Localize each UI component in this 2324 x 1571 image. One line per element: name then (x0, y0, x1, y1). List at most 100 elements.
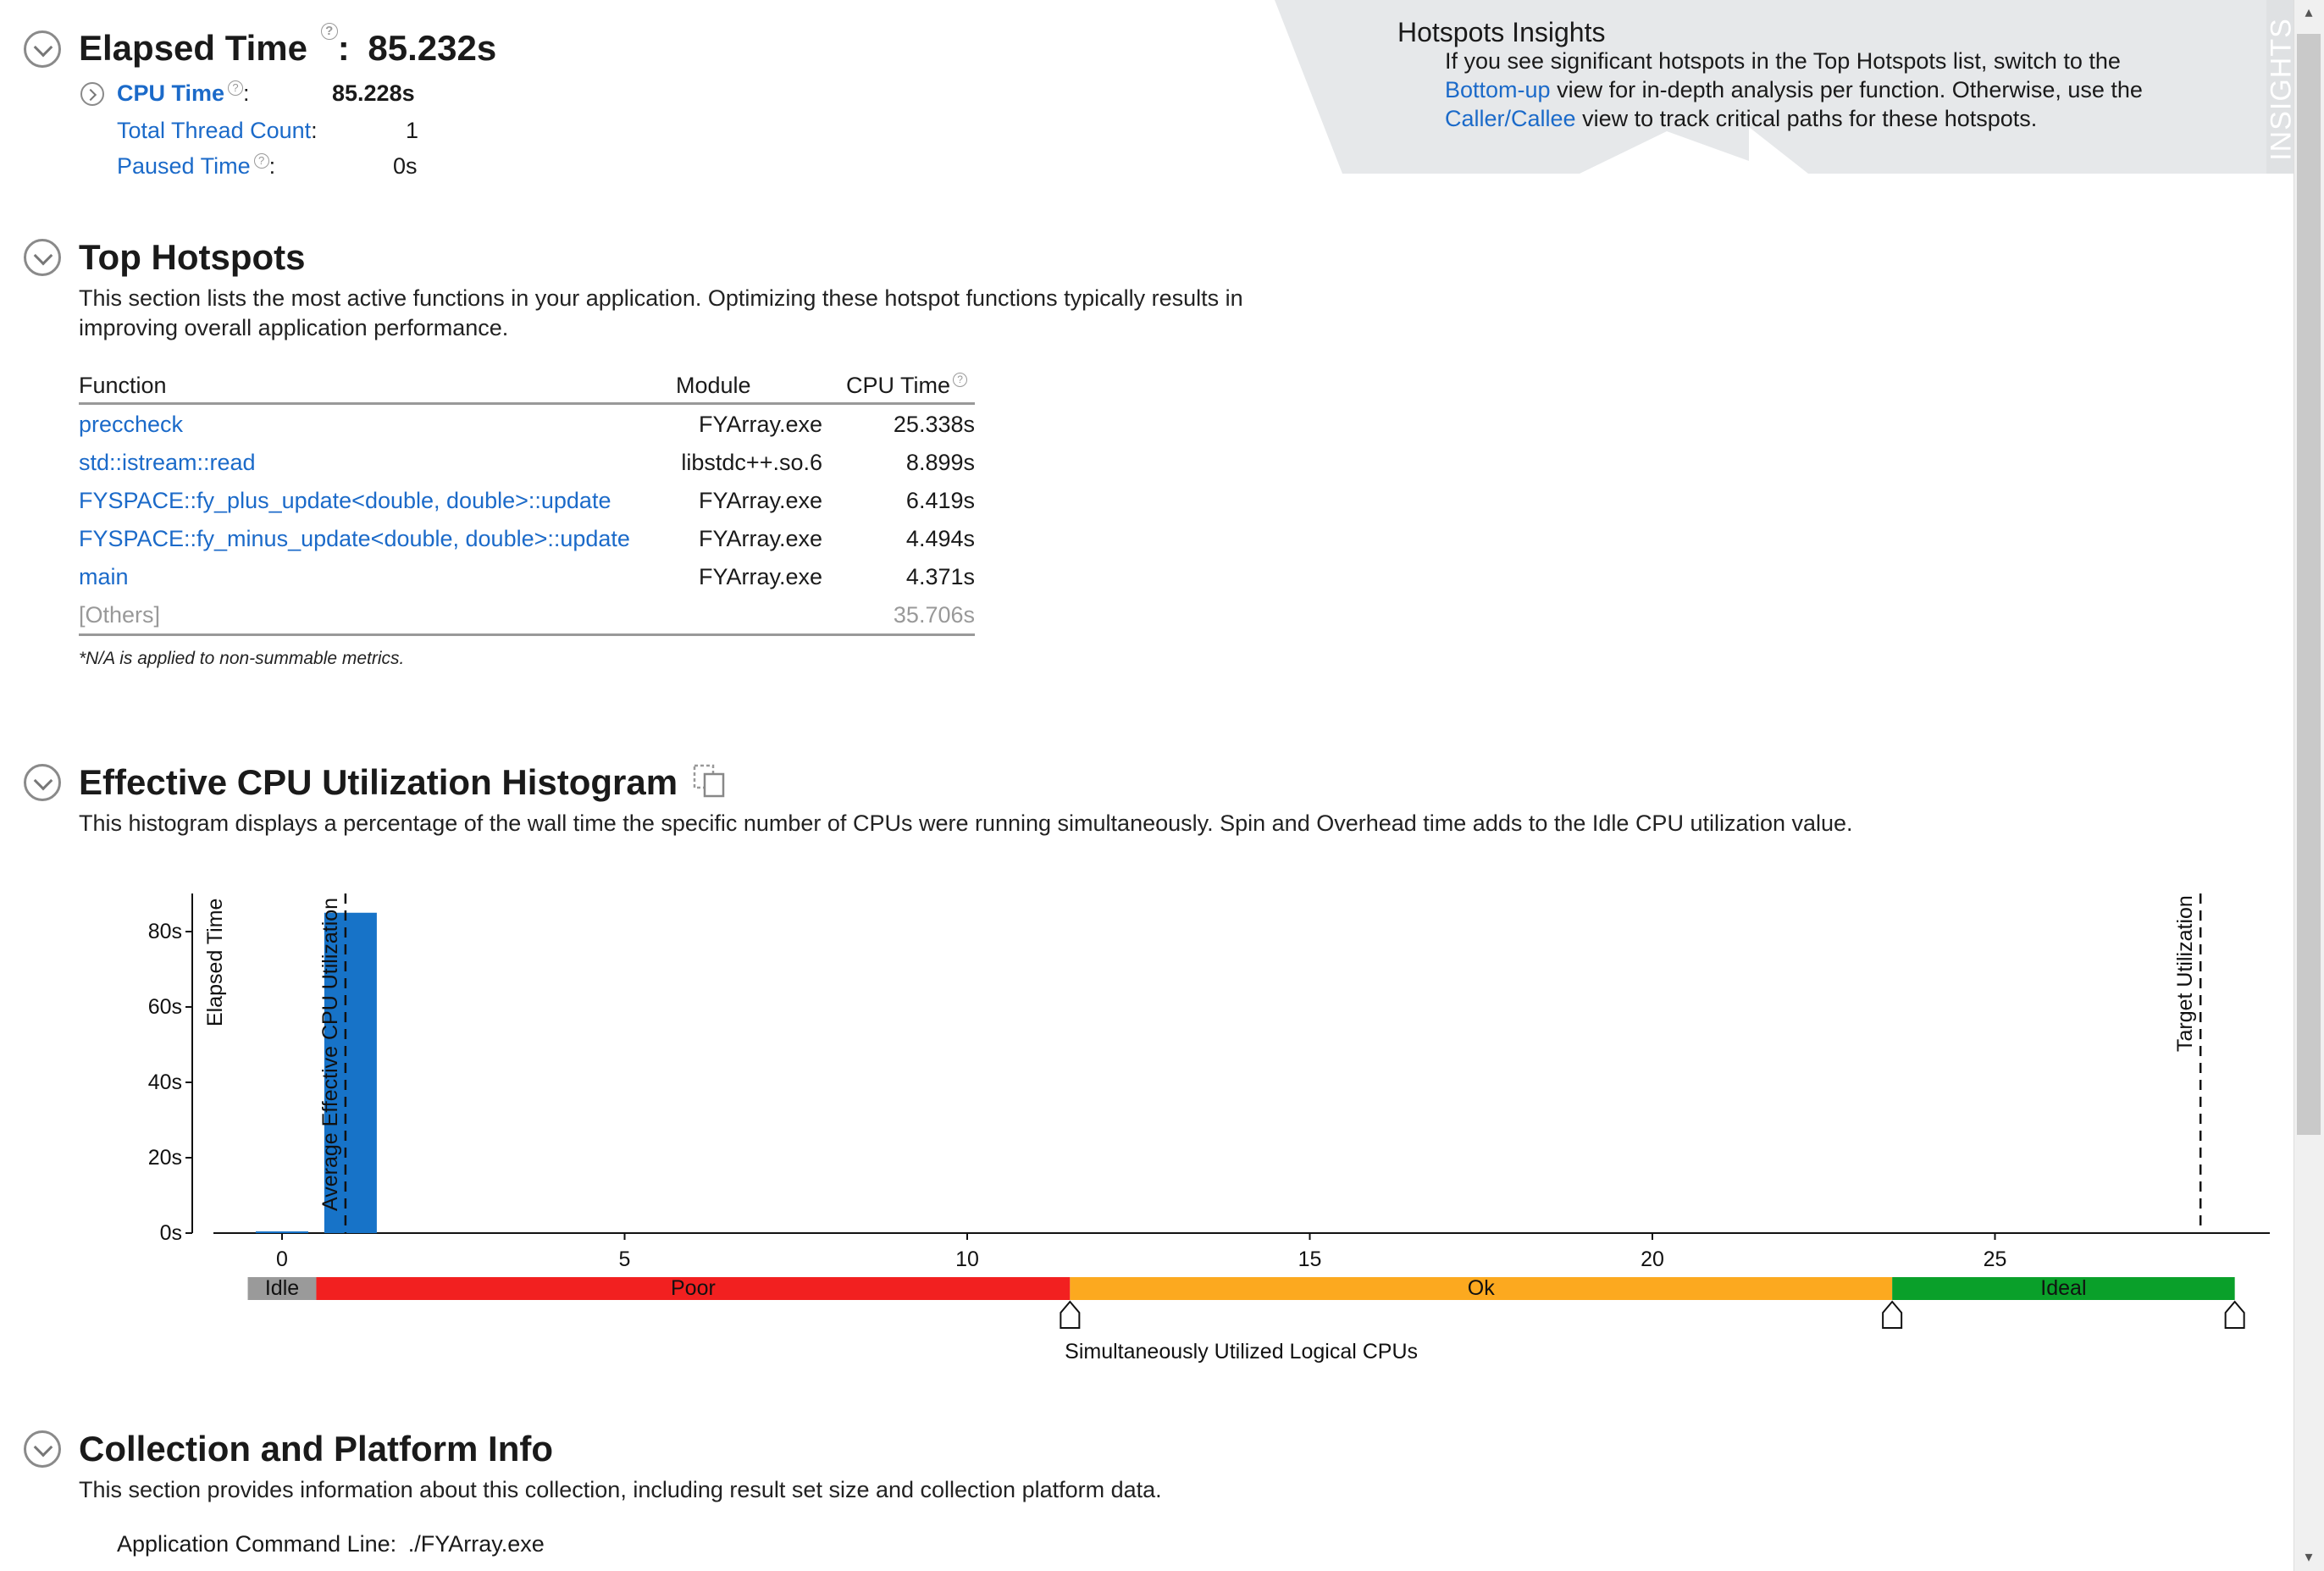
y-tick-label: 60s (148, 995, 182, 1019)
threshold-handle-icon[interactable] (2224, 1300, 2245, 1329)
cpu-time-link[interactable]: CPU Time (117, 80, 224, 106)
others-label: [Others] (79, 602, 161, 628)
column-header-cpu-time[interactable]: CPU Time? (846, 373, 968, 399)
table-row: FYSPACE::fy_minus_update<double, double>… (79, 519, 975, 557)
elapsed-time-value: 85.232s (368, 28, 497, 68)
insights-line1: If you see significant hotspots in the T… (1445, 48, 2121, 74)
utilization-band-label: Idle (265, 1276, 299, 1300)
y-tick-label: 0s (160, 1221, 182, 1245)
paused-time-row: Paused Time?: (117, 153, 275, 180)
top-hotspots-description: This section lists the most active funct… (79, 285, 1243, 340)
scrollbar-thumb[interactable] (2297, 34, 2321, 1135)
y-axis-label: Elapsed Time (203, 899, 227, 1026)
caller-callee-link[interactable]: Caller/Callee (1445, 106, 1576, 131)
marker-label: Average Effective CPU Utilization (318, 898, 342, 1211)
paused-time-value: 0s (393, 153, 418, 179)
help-icon[interactable]: ? (320, 23, 338, 40)
function-link[interactable]: FYSPACE::fy_minus_update<double, double>… (79, 526, 630, 552)
cpu-time-cell: 25.338s (893, 412, 975, 437)
column-header-module[interactable]: Module (676, 373, 751, 399)
cpu-utilization-histogram: 0s 20s 40s 60s 80s Elapsed Time 0 5 10 15 20 25 Aver… (148, 893, 2270, 1364)
y-tick-label: 20s (148, 1146, 182, 1170)
table-row: std::istream::read libstdc++.so.6 8.899s (79, 443, 975, 481)
function-link[interactable]: preccheck (79, 412, 183, 438)
thread-count-value: 1 (406, 118, 419, 143)
function-link[interactable]: FYSPACE::fy_plus_update<double, double>:… (79, 488, 611, 514)
insights-text: If you see significant hotspots in the T… (1445, 47, 2258, 133)
help-icon[interactable]: ? (228, 80, 244, 96)
insights-title: Hotspots Insights (1397, 17, 1606, 47)
module-cell: FYArray.exe (698, 488, 822, 513)
others-cpu-time: 35.706s (893, 602, 975, 628)
cpu-time-row: CPU Time?: (117, 80, 250, 107)
utilization-band-label: Poor (671, 1276, 716, 1300)
elapsed-time-label: Elapsed Time (79, 28, 308, 68)
histogram-bar (256, 1231, 308, 1233)
top-hotspots-table: Function Module CPU Time? preccheck FYAr… (79, 366, 975, 636)
insights-tab[interactable]: INSIGHTS (2266, 0, 2298, 174)
table-footnote: *N/A is applied to non-summable metrics. (79, 649, 405, 668)
y-tick-label: 40s (148, 1070, 182, 1094)
help-icon[interactable]: ? (953, 373, 968, 387)
cpu-time-header-label: CPU Time (846, 373, 951, 398)
top-hotspots-collapse-button[interactable] (24, 239, 61, 276)
cpu-time-cell: 6.419s (905, 488, 975, 513)
table-bottom-rule (79, 633, 975, 636)
collection-description: This section provides information about … (79, 1477, 1162, 1502)
collection-collapse-button[interactable] (24, 1430, 61, 1468)
x-tick-label: 0 (276, 1247, 288, 1271)
histogram-collapse-button[interactable] (24, 764, 61, 801)
command-line-row: Application Command Line: ./FYArray.exe (117, 1531, 545, 1557)
command-line-value: ./FYArray.exe (407, 1531, 545, 1557)
column-header-function[interactable]: Function (79, 373, 167, 399)
x-tick-label: 25 (1984, 1247, 2007, 1271)
thread-count-link[interactable]: Total Thread Count (117, 118, 311, 143)
function-link[interactable]: std::istream::read (79, 450, 256, 476)
table-row: FYSPACE::fy_plus_update<double, double>:… (79, 481, 975, 519)
cpu-time-value: 85.228s (332, 80, 415, 106)
paused-time-colon: : (268, 153, 276, 179)
elapsed-collapse-button[interactable] (24, 30, 61, 68)
utilization-band-label: Ok (1468, 1276, 1495, 1300)
insights-line3: view to track critical paths for these h… (1575, 106, 2038, 131)
x-tick-label: 5 (619, 1247, 631, 1271)
thread-count-colon: : (311, 118, 318, 143)
module-cell: FYArray.exe (698, 412, 822, 437)
table-row-others: [Others] 35.706s (79, 595, 975, 633)
x-tick-label: 10 (955, 1247, 979, 1271)
module-cell: FYArray.exe (698, 564, 822, 589)
x-axis-label: Simultaneously Utilized Logical CPUs (1065, 1340, 1418, 1364)
cpu-time-cell: 4.371s (905, 564, 975, 589)
bottom-up-link[interactable]: Bottom-up (1445, 77, 1551, 102)
thread-count-row: Total Thread Count: (117, 118, 318, 144)
elapsed-time-heading: Elapsed Time ?: 85.232s (79, 23, 497, 69)
histogram-description: This histogram displays a percentage of … (79, 810, 1853, 836)
collection-title: Collection and Platform Info (79, 1429, 554, 1469)
table-row: main FYArray.exe 4.371s (79, 557, 975, 595)
module-cell: FYArray.exe (698, 526, 822, 551)
function-link[interactable]: main (79, 564, 129, 590)
scroll-down-arrow-icon[interactable]: ▾ (2300, 1548, 2317, 1568)
cpu-time-colon: : (243, 80, 250, 106)
histogram-title: Effective CPU Utilization Histogram (79, 762, 678, 802)
y-tick-label: 80s (148, 920, 182, 943)
cpu-time-cell: 4.494s (905, 526, 975, 551)
table-header: Function Module CPU Time? (79, 366, 975, 405)
x-tick-label: 20 (1641, 1247, 1664, 1271)
insights-line2: view for in-depth analysis per function.… (1550, 77, 2143, 102)
cpu-time-cell: 8.899s (905, 450, 975, 475)
table-row: preccheck FYArray.exe 25.338s (79, 405, 975, 443)
top-hotspots-title: Top Hotspots (79, 237, 306, 277)
help-icon[interactable]: ? (253, 153, 269, 169)
marker-label: Target Utilization (2173, 895, 2197, 1052)
module-cell: libstdc++.so.6 (681, 450, 822, 475)
x-tick-label: 15 (1298, 1247, 1322, 1271)
copy-icon[interactable] (693, 764, 727, 798)
threshold-handle-icon[interactable] (1882, 1300, 1903, 1329)
threshold-handle-icon[interactable] (1060, 1300, 1081, 1329)
paused-time-link[interactable]: Paused Time (117, 153, 251, 179)
scroll-up-arrow-icon[interactable]: ▴ (2300, 3, 2317, 24)
command-line-label: Application Command Line: (117, 1531, 397, 1557)
utilization-band-label: Ideal (2040, 1276, 2086, 1300)
cpu-time-expand-button[interactable] (80, 82, 104, 106)
